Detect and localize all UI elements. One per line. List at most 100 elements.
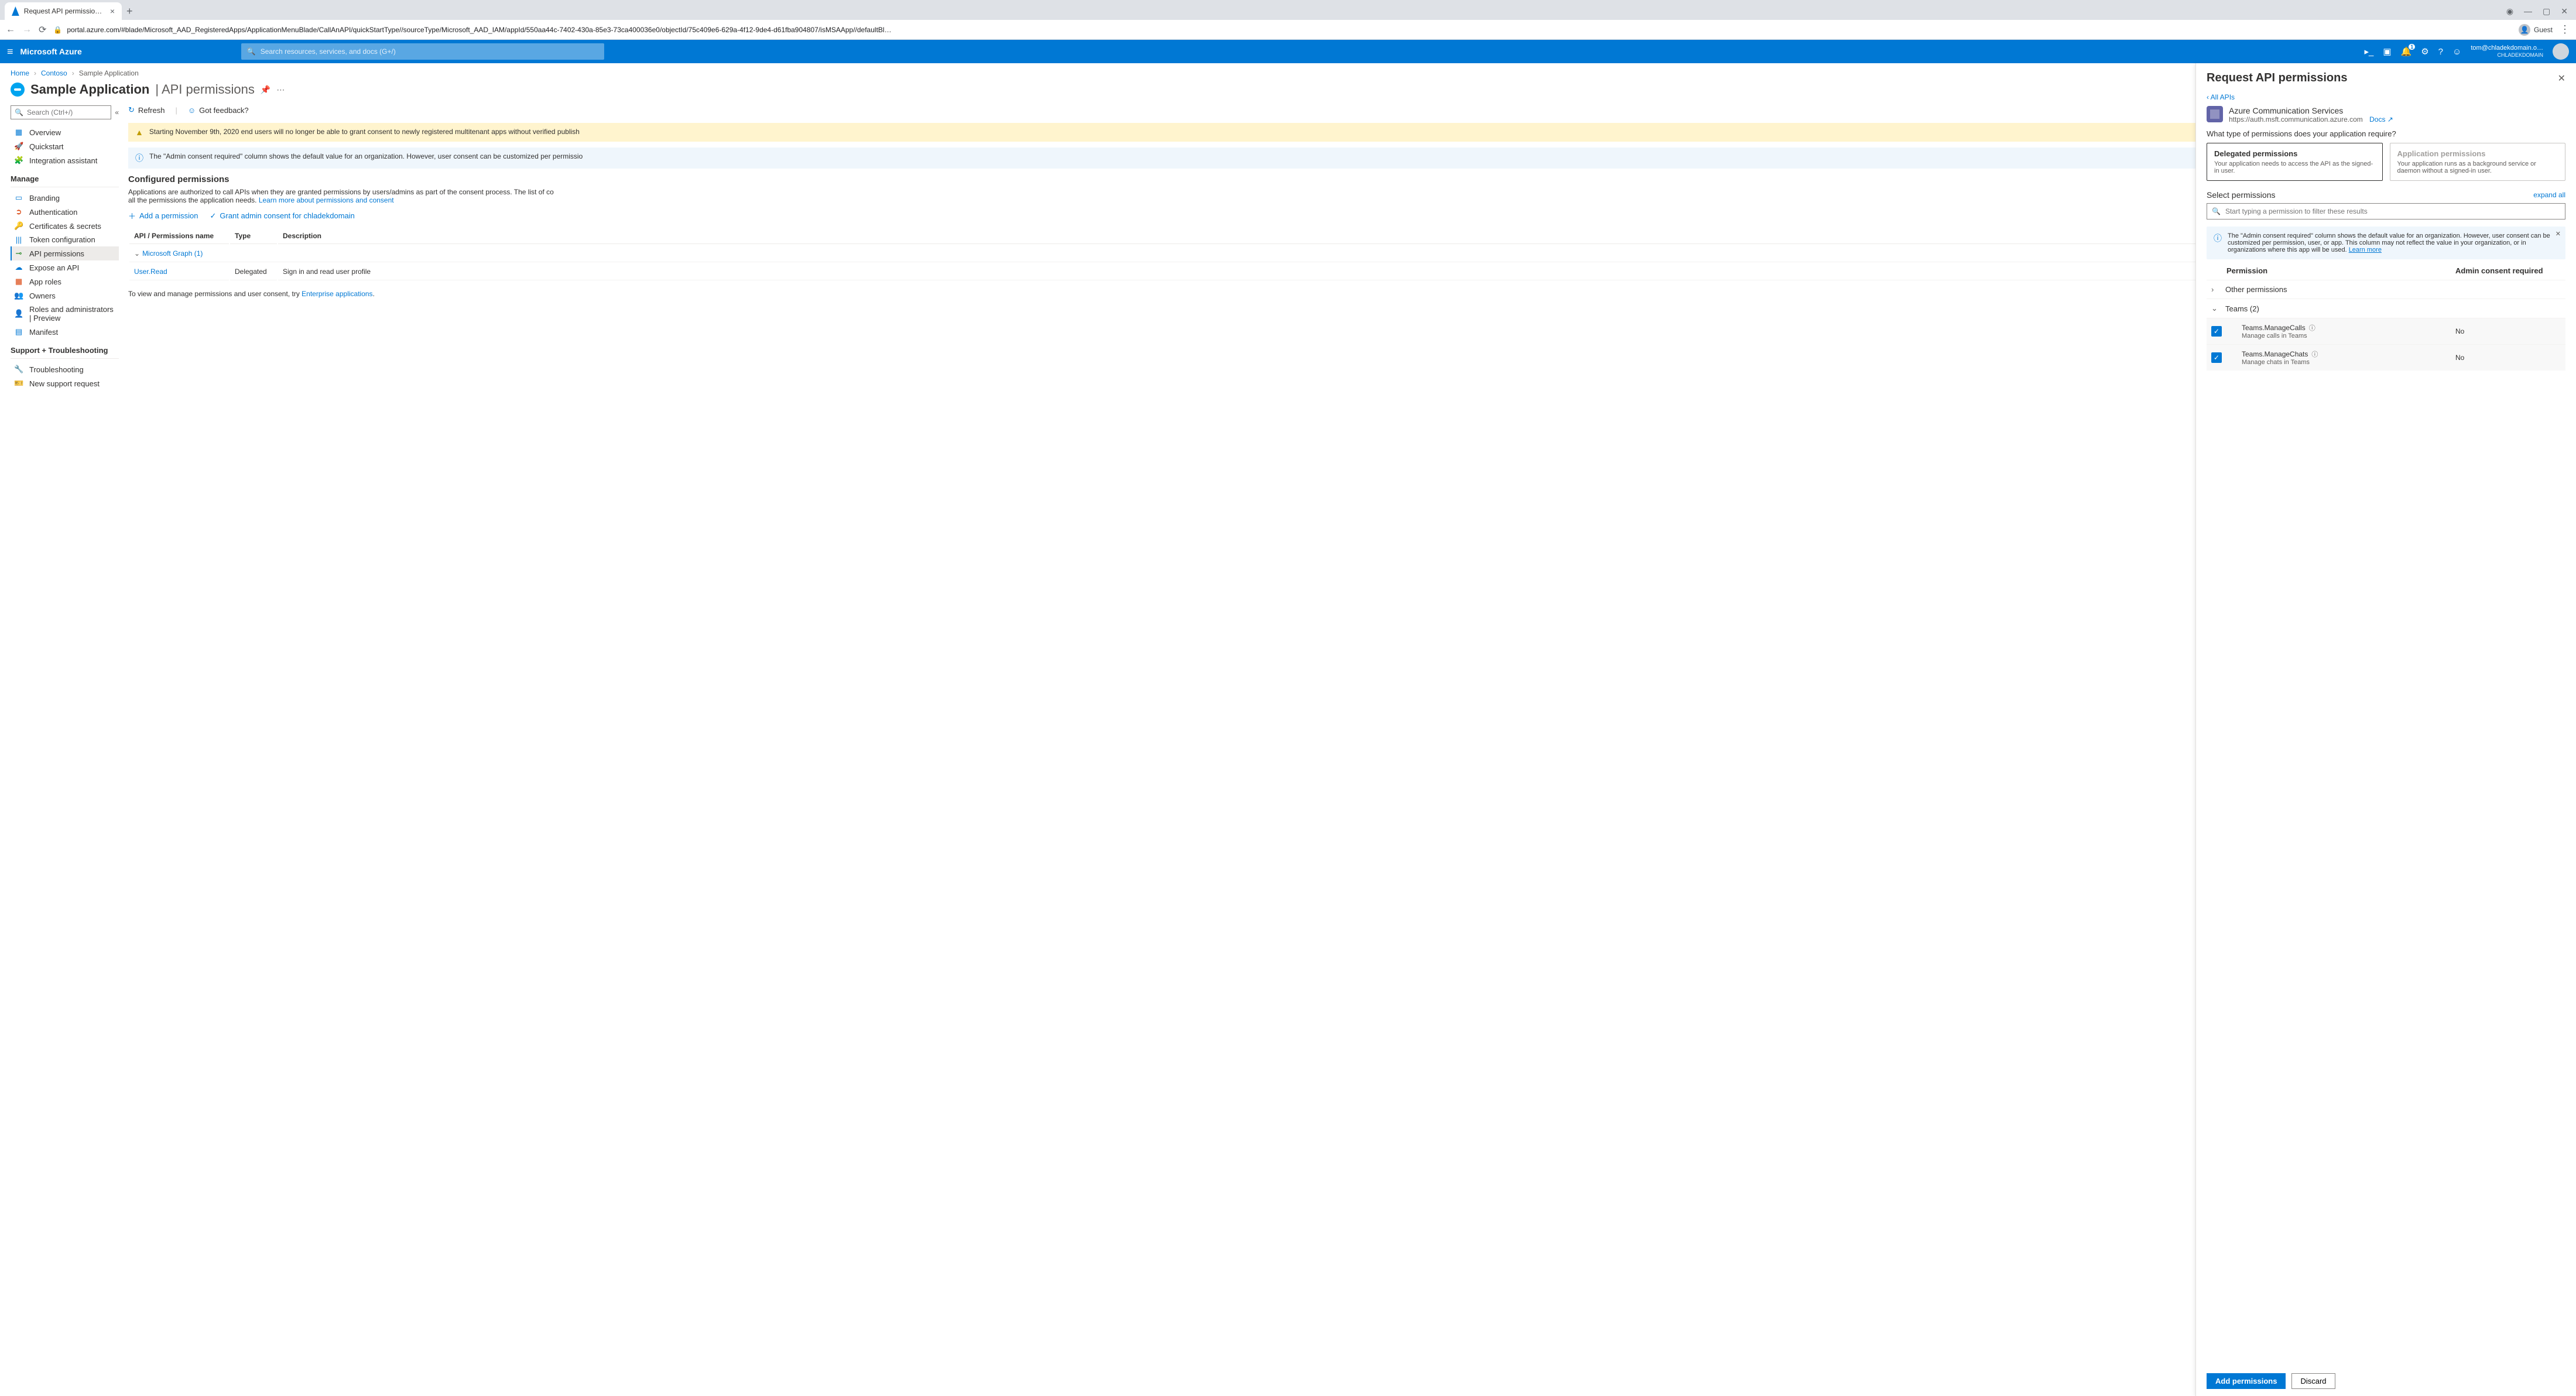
workspace: Home › Contoso › Sample Application Samp… [0,63,2576,1396]
browser-tab-strip: Request API permissions - Micro × + ◉ — … [0,0,2576,20]
info-icon[interactable]: ⓘ [2309,325,2315,332]
perm-name: User.Read [129,263,229,280]
browser-menu-icon[interactable]: ⋮ [2560,23,2570,36]
sidebar-search[interactable]: 🔍 [11,105,111,119]
api-name: Azure Communication Services [2229,106,2393,115]
grant-consent-button[interactable]: ✓Grant admin consent for chladekdomain [210,211,354,221]
azure-favicon [12,6,19,16]
azure-search[interactable]: 🔍 [241,43,604,60]
chrome-circle-icon[interactable]: ◉ [2506,6,2513,16]
sidebar-item-authentication[interactable]: ➲Authentication [11,205,119,219]
add-permissions-button[interactable]: Add permissions [2207,1373,2286,1389]
sidebar-item-app-roles[interactable]: ▦App roles [11,275,119,289]
close-panel-icon[interactable]: ✕ [2558,73,2565,84]
azure-search-input[interactable] [261,47,598,56]
enterprise-apps-link[interactable]: Enterprise applications [302,290,372,298]
page-subtitle: | API permissions [155,82,255,97]
hamburger-icon[interactable]: ≡ [7,46,13,58]
new-tab-button[interactable]: + [126,5,133,20]
sidebar-item-roles-admin[interactable]: 👤Roles and administrators | Preview [11,303,119,325]
pin-icon[interactable]: 📌 [261,85,270,95]
collapse-sidebar-icon[interactable]: « [115,108,119,116]
api-perm-icon: ⊸ [14,249,23,258]
warning-text: Starting November 9th, 2020 end users wi… [149,128,580,136]
overview-icon: ▦ [14,128,23,137]
application-permissions-box[interactable]: Application permissions Your application… [2390,143,2566,181]
back-to-all-apis[interactable]: ‹ All APIs [2207,93,2565,101]
permission-search[interactable]: 🔍 [2207,203,2565,219]
forward-button[interactable]: → [22,25,32,35]
feedback-icon[interactable]: ☺ [2452,47,2461,57]
checkbox-checked[interactable]: ✓ [2211,326,2222,337]
sidebar-item-quickstart[interactable]: 🚀Quickstart [11,139,119,153]
group-other-permissions[interactable]: › Other permissions [2207,280,2565,299]
maximize-icon[interactable]: ▢ [2543,6,2550,16]
checkbox-checked[interactable]: ✓ [2211,352,2222,363]
permission-type-question: What type of permissions does your appli… [2207,129,2565,138]
delegated-permissions-box[interactable]: Delegated permissions Your application n… [2207,143,2383,181]
add-permission-button[interactable]: ＋Add a permission [128,210,198,221]
permission-item-manage-calls[interactable]: ✓ Teams.ManageCallsⓘ Manage calls in Tea… [2207,318,2565,344]
api-header: Azure Communication Services https://aut… [2207,106,2565,124]
panel-info-box: ⓘ The "Admin consent required" column sh… [2207,227,2565,259]
sidebar-item-owners[interactable]: 👥Owners [11,289,119,303]
minimize-icon[interactable]: — [2524,6,2532,16]
check-icon: ✓ [210,211,216,221]
sidebar-item-new-support[interactable]: 🎫New support request [11,376,119,390]
sidebar-item-expose[interactable]: ☁Expose an API [11,260,119,275]
expand-all-link[interactable]: expand all [2533,191,2565,199]
sidebar-item-token[interactable]: |||Token configuration [11,233,119,246]
permission-item-manage-chats[interactable]: ✓ Teams.ManageChatsⓘ Manage chats in Tea… [2207,344,2565,371]
directory-filter-icon[interactable]: ▣ [2383,46,2391,57]
sidebar-item-manifest[interactable]: ▤Manifest [11,325,119,339]
discard-button[interactable]: Discard [2291,1373,2335,1389]
profile-chip[interactable]: 👤 Guest [2519,24,2553,36]
feedback-button[interactable]: ☺Got feedback? [188,106,249,115]
sidebar-search-input[interactable] [27,108,107,116]
learn-more-link[interactable]: Learn more [2349,246,2382,253]
url-field[interactable]: 🔒 portal.azure.com/#blade/Microsoft_AAD_… [53,26,2512,34]
chevron-down-icon: ⌄ [134,249,140,258]
quickstart-icon: 🚀 [14,142,23,151]
token-icon: ||| [14,235,23,244]
sidebar-item-overview[interactable]: ▦Overview [11,125,119,139]
reload-button[interactable]: ⟳ [39,24,46,36]
cloud-shell-icon[interactable]: ▸_ [2364,46,2373,57]
profile-avatar-icon: 👤 [2519,24,2530,36]
browser-tab[interactable]: Request API permissions - Micro × [5,2,122,20]
close-info-icon[interactable]: ✕ [2556,230,2561,238]
feedback-icon: ☺ [188,106,196,115]
info-icon[interactable]: ⓘ [2311,351,2318,358]
roles-icon: ▦ [14,277,23,286]
wrench-icon: 🔧 [14,365,23,374]
azure-brand[interactable]: Microsoft Azure [20,47,82,56]
sidebar-item-certs[interactable]: 🔑Certificates & secrets [11,219,119,233]
azure-top-bar: ≡ Microsoft Azure 🔍 ▸_ ▣ 🔔1 ⚙ ? ☺ tom@ch… [0,40,2576,63]
more-icon[interactable]: ⋯ [276,85,285,95]
breadcrumb-org[interactable]: Contoso [41,69,67,77]
refresh-button[interactable]: ↻Refresh [128,105,165,115]
sidebar-item-troubleshooting[interactable]: 🔧Troubleshooting [11,362,119,376]
group-teams[interactable]: ⌄ Teams (2) [2207,299,2565,318]
account-info[interactable]: tom@chladekdomain.o… CHLADEKDOMAIN [2471,44,2543,59]
support-icon: 🎫 [14,379,23,388]
account-avatar[interactable] [2553,43,2569,60]
permission-search-input[interactable] [2225,207,2560,215]
docs-link[interactable]: Docs ↗ [2369,115,2393,124]
expose-icon: ☁ [14,263,23,272]
sidebar-item-api-permissions[interactable]: ⊸API permissions [11,246,119,260]
lock-icon: 🔒 [53,26,62,34]
help-icon[interactable]: ? [2438,47,2443,57]
sidebar-item-integration[interactable]: 🧩Integration assistant [11,153,119,167]
permission-list-header: Permission Admin consent required [2207,259,2565,280]
back-button[interactable]: ← [6,25,15,35]
learn-more-link[interactable]: Learn more about permissions and consent [259,196,394,204]
permission-type-row: Delegated permissions Your application n… [2207,143,2565,181]
close-tab-icon[interactable]: × [110,6,115,16]
breadcrumb-home[interactable]: Home [11,69,29,77]
sidebar-item-branding[interactable]: ▭Branding [11,191,119,205]
notifications-icon[interactable]: 🔔1 [2401,46,2412,57]
sidebar: 🔍 « ▦Overview 🚀Quickstart 🧩Integration a… [11,105,119,1385]
settings-icon[interactable]: ⚙ [2421,46,2428,57]
close-window-icon[interactable]: ✕ [2561,6,2568,16]
